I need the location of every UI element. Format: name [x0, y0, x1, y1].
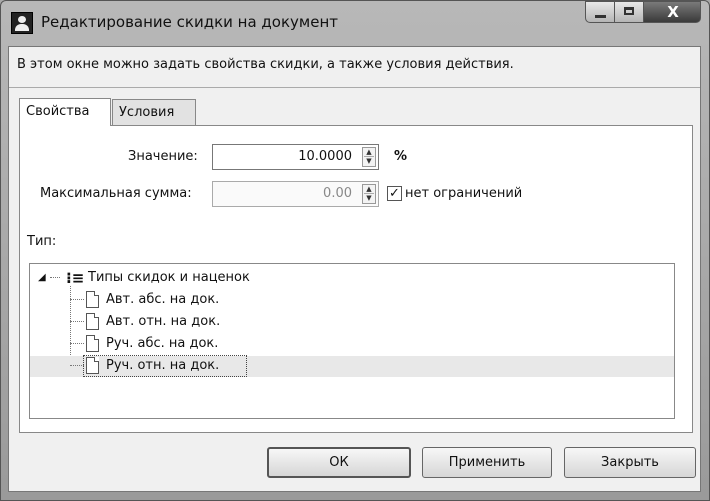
- value-label: Значение:: [128, 149, 198, 164]
- document-icon: [86, 313, 99, 330]
- close-icon: X: [667, 3, 679, 21]
- value-spinner[interactable]: ▲ ▼: [362, 147, 376, 167]
- expand-arrow-icon[interactable]: ◢: [38, 272, 46, 283]
- tree-root-label: Типы скидок и наценок: [88, 270, 250, 285]
- value-unit: %: [394, 149, 408, 164]
- properties-panel: Значение: 10.0000 ▲ ▼ % Максимальная сум…: [19, 125, 693, 433]
- tree-item-selected[interactable]: Руч. отн. на док.: [30, 355, 674, 377]
- tree-line: [70, 299, 84, 300]
- spin-up-icon[interactable]: ▲: [364, 185, 374, 194]
- user-icon: [11, 12, 33, 34]
- tree-item[interactable]: Авт. отн. на док.: [30, 312, 674, 333]
- document-icon: [86, 335, 99, 352]
- tree-item-label: Авт. абс. на док.: [106, 292, 220, 307]
- max-sum-text: 0.00: [323, 186, 352, 201]
- tree-hierarchy-icon: ⁝≡: [66, 269, 85, 287]
- no-limit-label: нет ограничений: [405, 186, 523, 201]
- maximize-button[interactable]: [614, 1, 644, 23]
- spin-down-icon[interactable]: ▼: [364, 194, 374, 202]
- close-window-button[interactable]: X: [643, 1, 701, 23]
- window-title: Редактирование скидки на документ: [41, 13, 339, 31]
- value-text: 10.0000: [298, 149, 352, 164]
- max-sum-input[interactable]: 0.00 ▲ ▼: [212, 181, 379, 207]
- description-text: В этом окне можно задать свойства скидки…: [17, 57, 514, 72]
- tree-line: [50, 277, 60, 278]
- title-bar[interactable]: Редактирование скидки на документ X: [1, 1, 709, 43]
- spin-down-icon[interactable]: ▼: [364, 157, 374, 165]
- tree-item-label: Руч. абс. на док.: [106, 336, 219, 351]
- max-sum-spinner[interactable]: ▲ ▼: [362, 184, 376, 204]
- tree-item[interactable]: Авт. абс. на док.: [30, 290, 674, 311]
- maximize-icon: [624, 7, 634, 15]
- value-input[interactable]: 10.0000 ▲ ▼: [212, 144, 379, 170]
- max-sum-label: Максимальная сумма:: [40, 186, 192, 201]
- tree-line: [70, 321, 84, 322]
- minimize-button[interactable]: [585, 1, 615, 23]
- no-limit-checkbox[interactable]: ✓: [387, 186, 402, 201]
- type-label: Тип:: [27, 234, 57, 249]
- tree-item-label: Руч. отн. на док.: [106, 358, 220, 373]
- tree-root-row[interactable]: ◢ ⁝≡ Типы скидок и наценок: [30, 268, 674, 289]
- close-button[interactable]: Закрыть: [564, 447, 696, 478]
- document-icon: [86, 291, 99, 308]
- tree-line: [70, 343, 84, 344]
- tree-line: [70, 365, 84, 366]
- ok-button[interactable]: ОК: [267, 447, 411, 478]
- dialog-client-area: В этом окне можно задать свойства скидки…: [8, 46, 701, 492]
- tree-item-label: Авт. отн. на док.: [106, 314, 221, 329]
- tab-properties[interactable]: Свойства: [19, 98, 111, 126]
- spin-up-icon[interactable]: ▲: [364, 148, 374, 157]
- apply-button[interactable]: Применить: [422, 447, 552, 478]
- discount-type-tree[interactable]: ◢ ⁝≡ Типы скидок и наценок Авт. абс. на …: [29, 263, 675, 419]
- minimize-icon: [595, 15, 606, 18]
- tab-conditions[interactable]: Условия: [112, 99, 196, 125]
- separator: [9, 87, 700, 88]
- tree-item[interactable]: Руч. абс. на док.: [30, 334, 674, 355]
- dialog-window: Редактирование скидки на документ X В эт…: [0, 0, 710, 501]
